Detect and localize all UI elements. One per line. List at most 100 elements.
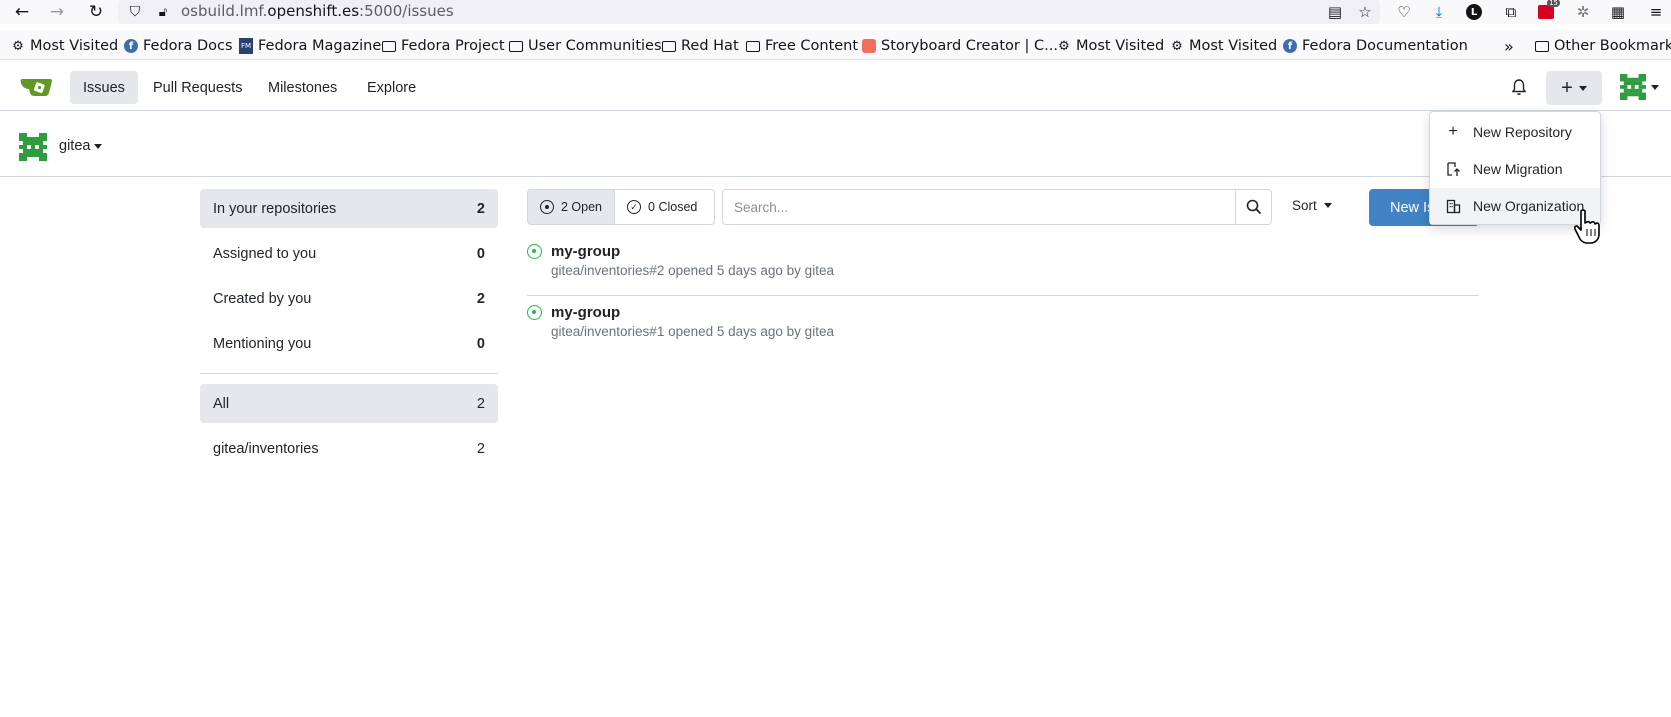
user-avatar[interactable] <box>1620 74 1646 100</box>
insecure-lock-icon[interactable]: 🔓︎ <box>152 1 174 23</box>
bookmark-red-hat[interactable]: Red Hat <box>662 36 739 56</box>
issue-search <box>722 189 1272 225</box>
bookmark-most-visited-2[interactable]: ⚙ Most Visited <box>1057 36 1164 56</box>
extensions-icon[interactable]: ⧉ <box>1500 1 1522 23</box>
extension-badge-count: 15 <box>1547 0 1560 7</box>
issue-title[interactable]: my-group <box>551 304 620 321</box>
bookmark-user-communities[interactable]: User Communities <box>509 36 662 56</box>
filter-label: Created by you <box>213 290 312 307</box>
fedora-icon: f <box>124 39 138 53</box>
bookmark-most-visited[interactable]: ⚙ Most Visited <box>11 36 118 56</box>
reload-icon[interactable]: ↻ <box>85 1 107 23</box>
menu-icon[interactable]: ≡ <box>1645 1 1667 23</box>
nav-explore[interactable]: Explore <box>354 71 429 104</box>
open-issues-button[interactable]: 2 Open <box>528 190 616 224</box>
issue-open-icon <box>527 244 542 259</box>
reader-view-icon[interactable]: ▤ <box>1324 1 1346 23</box>
menu-new-repository[interactable]: + New Repository <box>1430 114 1600 150</box>
nav-pull-requests[interactable]: Pull Requests <box>140 71 255 104</box>
nav-issues[interactable]: Issues <box>70 71 138 104</box>
gear-icon: ⚙ <box>12 38 24 54</box>
repo-filter-label: All <box>213 395 230 412</box>
filter-in-your-repositories[interactable]: In your repositories 2 <box>200 189 498 228</box>
create-menu: + New Repository New Migration New Organi… <box>1429 111 1601 225</box>
gear-icon: ⚙ <box>1171 38 1183 54</box>
context-user-name: gitea <box>59 138 91 154</box>
bookmark-fedora-magazine[interactable]: FM Fedora Magazine <box>239 36 381 56</box>
folder-icon <box>1535 40 1549 52</box>
account-icon[interactable]: L <box>1463 1 1485 23</box>
bookmark-fedora-docs[interactable]: f Fedora Docs <box>124 36 233 56</box>
back-icon[interactable]: ← <box>11 1 33 23</box>
gitea-logo-icon[interactable] <box>20 75 54 97</box>
issue-item: my-group gitea/inventories#2 opened 5 da… <box>527 236 1479 296</box>
organization-icon <box>1445 198 1461 214</box>
repo-filter-label: gitea/inventories <box>213 440 319 457</box>
filter-count: 2 <box>476 200 485 217</box>
filter-count: 0 <box>476 245 485 262</box>
plus-icon: + <box>1561 76 1573 99</box>
repo-filter-gitea-inventories[interactable]: gitea/inventories 2 <box>200 429 498 468</box>
bookmark-free-content[interactable]: Free Content <box>746 36 858 56</box>
shield-icon[interactable]: ⛉ <box>124 1 146 23</box>
issue-search-input[interactable] <box>723 190 1235 224</box>
filter-label: Assigned to you <box>213 245 317 262</box>
sidebar-divider <box>200 373 498 374</box>
extension-badge-icon[interactable]: 15 <box>1535 0 1560 23</box>
avatar-chevron-down-icon[interactable] <box>1651 85 1659 90</box>
issue-opened-icon <box>540 200 554 214</box>
chevron-down-icon <box>94 143 103 149</box>
hand-cursor-icon <box>1573 209 1600 244</box>
forward-icon[interactable]: → <box>46 1 68 23</box>
filter-created-by-you[interactable]: Created by you 2 <box>200 279 498 318</box>
filter-count: 0 <box>476 335 485 352</box>
search-button[interactable] <box>1235 190 1271 224</box>
bookmark-other-bookmarks[interactable]: Other Bookmarks <box>1535 36 1671 56</box>
pocket-icon[interactable]: ♡ <box>1393 1 1415 23</box>
qr-code-icon[interactable]: ▦ <box>1607 1 1629 23</box>
fedora-icon: f <box>1283 39 1297 53</box>
folder-icon <box>382 40 396 52</box>
context-switcher[interactable]: gitea <box>59 138 103 154</box>
chevron-down-icon <box>1578 85 1587 91</box>
bookmark-most-visited-3[interactable]: ⚙ Most Visited <box>1170 36 1277 56</box>
filter-count: 2 <box>476 290 485 307</box>
repo-filter-all[interactable]: All 2 <box>200 384 498 423</box>
issue-open-icon <box>527 305 542 320</box>
bookmark-fedora-documentation[interactable]: f Fedora Documentation <box>1283 36 1468 56</box>
fedora-magazine-icon: FM <box>239 38 253 54</box>
chevron-down-icon <box>1323 203 1332 208</box>
bookmark-storyboard-creator[interactable]: Storyboard Creator | C... <box>862 36 1058 56</box>
gitea-navbar: Issues Pull Requests Milestones Explore … <box>0 61 1671 111</box>
nav-milestones[interactable]: Milestones <box>255 71 350 104</box>
gear-icon: ⚙ <box>1058 38 1070 54</box>
folder-icon <box>509 40 523 52</box>
storyboard-icon <box>862 39 876 53</box>
create-menu-button[interactable]: + <box>1546 71 1602 105</box>
issue-title[interactable]: my-group <box>551 243 620 260</box>
search-icon <box>1246 199 1261 215</box>
bookmark-star-icon[interactable]: ☆ <box>1354 1 1376 23</box>
context-avatar[interactable] <box>19 133 47 161</box>
notification-bell-icon[interactable] <box>1508 76 1530 98</box>
sort-label: Sort <box>1292 198 1317 213</box>
closed-issues-button[interactable]: ✓ 0 Closed <box>615 190 709 224</box>
url-text[interactable]: osbuild.lmf.openshift.es:5000/issues <box>181 2 454 20</box>
bookmarks-bar: ⚙ Most Visited f Fedora Docs FM Fedora Maga… <box>0 30 1671 60</box>
browser-toolbar: ← → ↻ ⛉ 🔓︎ osbuild.lmf.openshift.es:5000… <box>0 0 1671 24</box>
menu-new-migration[interactable]: New Migration <box>1430 151 1600 187</box>
issue-meta: gitea/inventories#2 opened 5 days ago by… <box>551 263 834 278</box>
bookmarks-overflow-icon[interactable]: » <box>1504 36 1514 56</box>
plus-icon: + <box>1448 123 1458 140</box>
filter-label: In your repositories <box>213 200 337 217</box>
sort-dropdown[interactable]: Sort <box>1292 198 1332 213</box>
puzzle-icon[interactable]: ✲ <box>1572 1 1594 23</box>
filter-mentioning-you[interactable]: Mentioning you 0 <box>200 324 498 363</box>
repo-filter-count: 2 <box>476 395 485 412</box>
repo-push-icon <box>1445 161 1461 177</box>
folder-icon <box>746 40 760 52</box>
filter-assigned-to-you[interactable]: Assigned to you 0 <box>200 234 498 273</box>
issue-closed-icon: ✓ <box>627 200 642 214</box>
bookmark-fedora-project[interactable]: Fedora Project <box>382 36 505 56</box>
download-icon[interactable]: ⤓ <box>1428 1 1450 23</box>
